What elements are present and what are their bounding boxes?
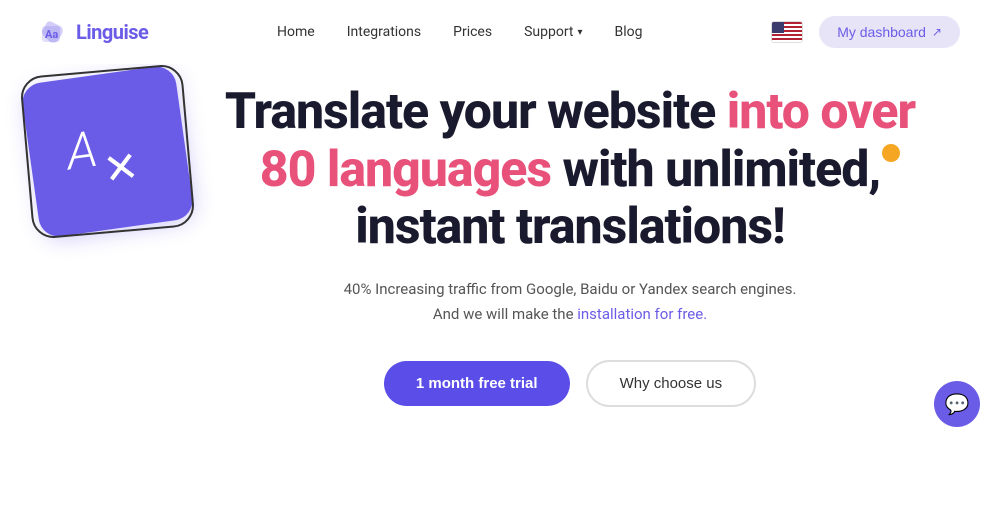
svg-text:A: A xyxy=(60,120,100,182)
nav-support[interactable]: Support ▾ xyxy=(524,24,582,40)
flag-us-icon[interactable] xyxy=(771,21,803,43)
nav-blog[interactable]: Blog xyxy=(615,24,643,40)
svg-text:✕: ✕ xyxy=(100,142,142,195)
my-dashboard-button[interactable]: My dashboard ↗ xyxy=(819,16,960,48)
linguise-logo-icon: Aa xyxy=(40,18,68,46)
hero-title: Translate your website into over 80 lang… xyxy=(200,84,940,257)
nav-links: Home Integrations Prices Support ▾ Blog xyxy=(277,24,643,40)
nav-integrations[interactable]: Integrations xyxy=(347,24,421,40)
nav-right: My dashboard ↗ xyxy=(771,16,960,48)
why-choose-us-button[interactable]: Why choose us xyxy=(586,360,757,407)
hero-cta-buttons: 1 month free trial Why choose us xyxy=(200,360,940,407)
chat-icon: 💬 xyxy=(945,392,970,416)
navbar: Aa Linguise Home Integrations Prices Sup… xyxy=(0,0,1000,64)
nav-home[interactable]: Home xyxy=(277,24,315,40)
logo[interactable]: Aa Linguise xyxy=(40,18,148,46)
external-link-icon: ↗ xyxy=(932,25,942,39)
nav-prices[interactable]: Prices xyxy=(453,24,492,40)
chevron-down-icon: ▾ xyxy=(578,27,583,38)
translation-card: A ✕ xyxy=(20,64,195,239)
chat-bubble-button[interactable]: 💬 xyxy=(934,381,980,427)
svg-text:Aa: Aa xyxy=(45,28,58,41)
free-trial-button[interactable]: 1 month free trial xyxy=(384,361,570,406)
hero-subtitle: 40% Increasing traffic from Google, Baid… xyxy=(200,277,940,328)
hero-section: A ✕ Translate your website into over 80 … xyxy=(0,64,1000,447)
installation-link[interactable]: installation for free. xyxy=(577,305,707,323)
orange-dot-decoration xyxy=(882,144,900,162)
translation-icon: A ✕ xyxy=(57,106,157,198)
logo-text: Linguise xyxy=(76,20,148,44)
